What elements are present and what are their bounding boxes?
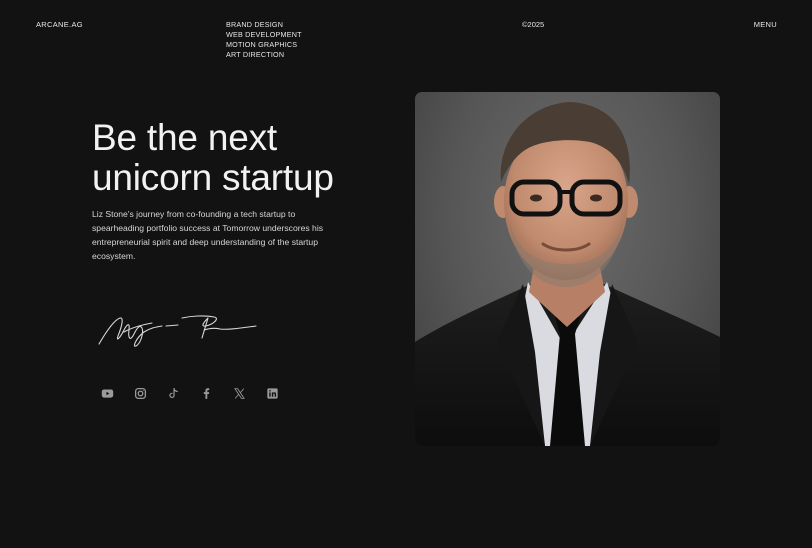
linkedin-icon[interactable] bbox=[265, 386, 279, 400]
service-link-web-development[interactable]: WEB DEVELOPMENT bbox=[226, 30, 302, 40]
social-links bbox=[100, 386, 279, 400]
logo[interactable]: ARCANE.AG bbox=[36, 20, 83, 29]
service-link-art-direction[interactable]: ART DIRECTION bbox=[226, 50, 302, 60]
service-link-brand-design[interactable]: BRAND DESIGN bbox=[226, 20, 302, 30]
youtube-icon[interactable] bbox=[100, 386, 114, 400]
hero-headline: Be the next unicorn startup bbox=[92, 118, 392, 198]
copyright: ©2025 bbox=[522, 20, 545, 29]
signature-image bbox=[98, 315, 257, 347]
instagram-icon[interactable] bbox=[133, 386, 147, 400]
page: ARCANE.AG BRAND DESIGN WEB DEVELOPMENT M… bbox=[0, 0, 812, 548]
service-link-motion-graphics[interactable]: MOTION GRAPHICS bbox=[226, 40, 302, 50]
headline-line-2: unicorn startup bbox=[92, 157, 334, 198]
hero-bio: Liz Stone's journey from co-founding a t… bbox=[92, 209, 324, 261]
portrait-photo bbox=[415, 92, 720, 446]
menu-button[interactable]: MENU bbox=[754, 20, 777, 29]
headline-line-1: Be the next bbox=[92, 117, 277, 158]
services-nav: BRAND DESIGN WEB DEVELOPMENT MOTION GRAP… bbox=[226, 20, 302, 60]
facebook-icon[interactable] bbox=[199, 386, 213, 400]
x-icon[interactable] bbox=[232, 386, 246, 400]
tiktok-icon[interactable] bbox=[166, 386, 180, 400]
